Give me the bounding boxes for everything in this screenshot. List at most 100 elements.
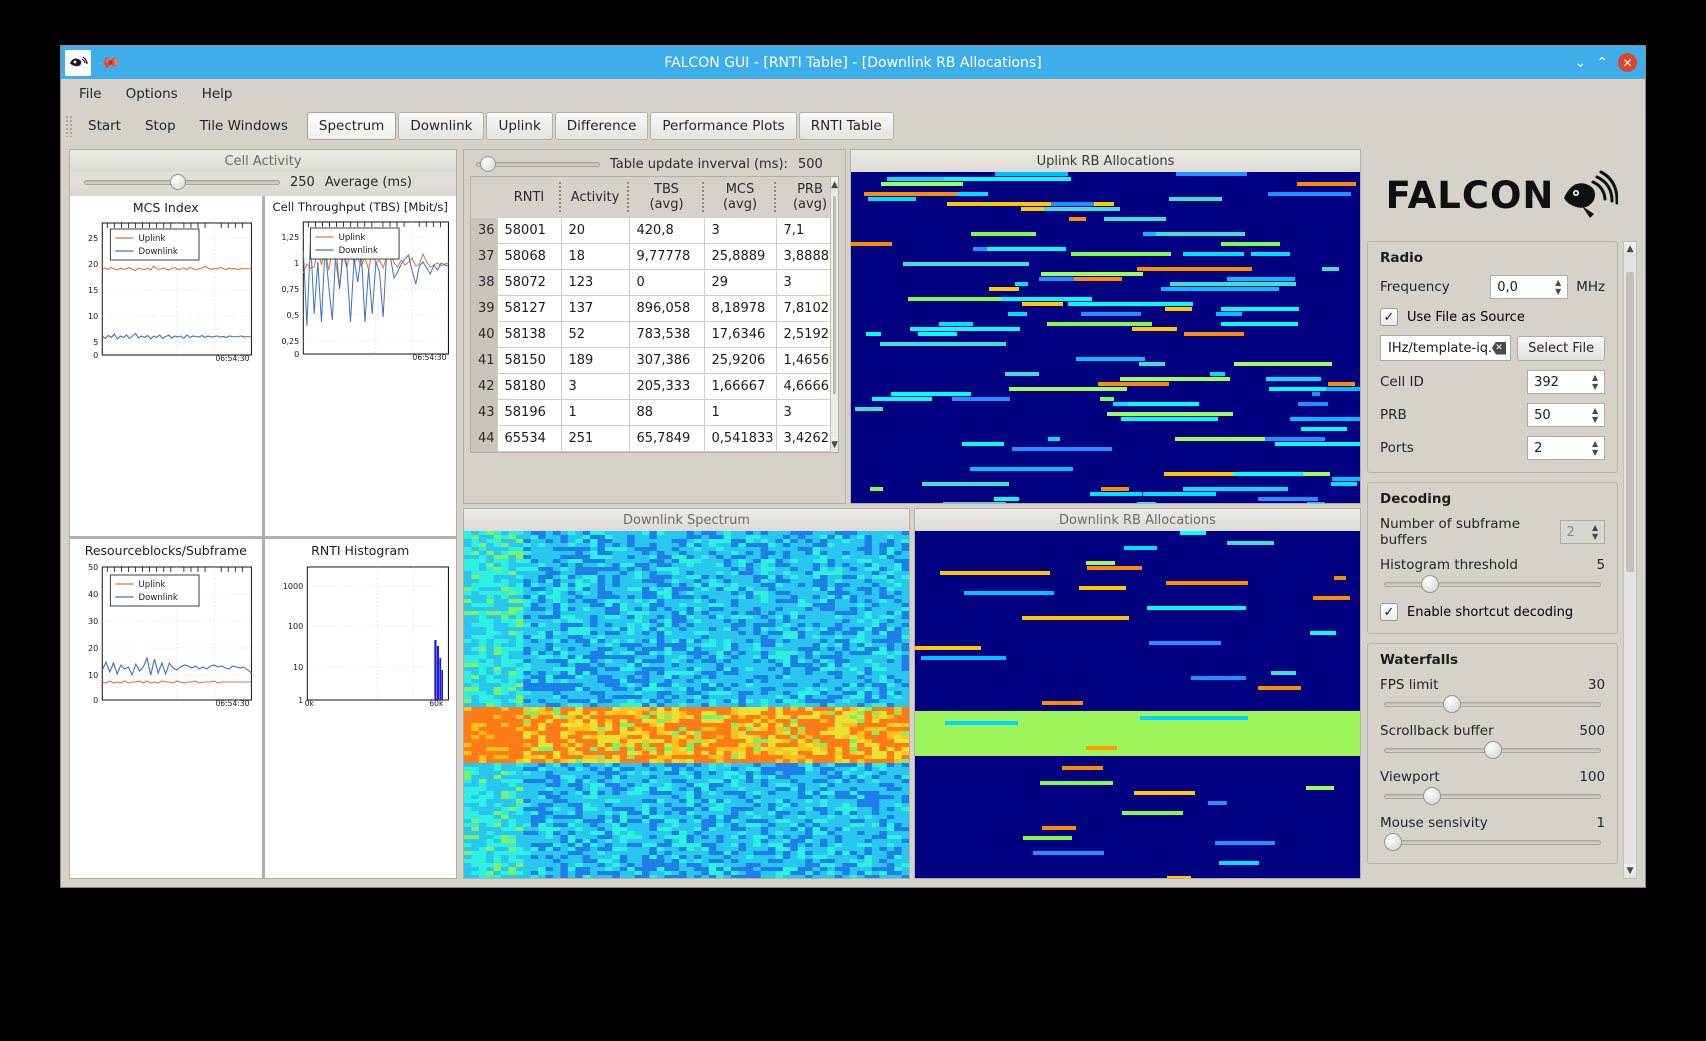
start-button[interactable]: Start [77, 112, 132, 140]
cell-activity[interactable]: 52 [560, 321, 630, 348]
table-row[interactable]: 405813852783,53817,63462,51923 [471, 321, 831, 357]
mouse-sensivity-slider[interactable] [1384, 833, 1602, 851]
tab-difference[interactable]: Difference [554, 111, 649, 140]
tab-spectrum[interactable]: Spectrum [306, 111, 397, 140]
th-mcs-avg[interactable]: MCS (avg) [704, 177, 776, 218]
cell-rnti[interactable]: 58196 [496, 399, 562, 426]
scrollback-buffer-slider[interactable] [1384, 741, 1602, 759]
use-file-as-source-checkbox[interactable]: ✓ Use File as Source [1380, 308, 1605, 326]
fps-limit-slider[interactable] [1384, 695, 1602, 713]
table-row[interactable]: 4158150189307,38625,92061,46561 [471, 347, 831, 383]
file-path-input[interactable]: IHz/template-iq.bin ✕ [1380, 335, 1512, 361]
cell-prb[interactable]: 3 [775, 399, 831, 426]
cell-prb[interactable]: 1,46561 [775, 347, 831, 374]
cell-prb[interactable]: 3,42629 [775, 425, 831, 452]
scroll-down-icon[interactable]: ▼ [1624, 864, 1636, 878]
downlink-spectrum-waterfall[interactable] [464, 531, 909, 878]
scroll-down-icon[interactable]: ▼ [831, 437, 838, 452]
tab-rnti-table[interactable]: RNTI Table [798, 111, 894, 140]
cell-mcs[interactable]: 0,541833 [703, 425, 777, 452]
menu-file[interactable]: File [69, 83, 112, 105]
cell-mcs[interactable]: 17,6346 [703, 321, 777, 348]
cell-prb[interactable]: 3,88889 [775, 243, 831, 270]
cell-mcs[interactable]: 25,8889 [703, 243, 777, 270]
slider-knob[interactable] [1384, 833, 1402, 851]
slider-knob[interactable] [479, 156, 496, 172]
maximize-button[interactable]: ⌃ [1596, 56, 1608, 70]
menu-options[interactable]: Options [116, 83, 188, 105]
table-update-slider[interactable] [476, 156, 600, 172]
th-tbs-avg[interactable]: TBS (avg) [629, 177, 704, 218]
viewport-slider[interactable] [1384, 787, 1602, 805]
cell-activity[interactable]: 18 [560, 243, 630, 270]
frequency-field[interactable]: 0,0 ▲ ▼ [1490, 275, 1569, 299]
cell-prb[interactable]: 2,51923 [775, 321, 831, 348]
scroll-up-icon[interactable]: ▲ [1624, 242, 1636, 256]
cell-tbs[interactable]: 65,7849 [628, 425, 705, 452]
histogram-threshold-slider[interactable] [1384, 575, 1602, 593]
table-row[interactable]: 38580721230293 [471, 269, 831, 305]
cell-tbs[interactable]: 0 [628, 269, 705, 296]
table-row[interactable]: 3758068189,7777825,88893,88889 [471, 243, 831, 279]
cell-prb[interactable]: 4,66667 [775, 373, 831, 400]
checkbox-icon[interactable]: ✓ [1380, 308, 1398, 326]
slider-knob[interactable] [1442, 695, 1461, 713]
spinner-arrows-icon[interactable]: ▲ ▼ [1551, 278, 1565, 296]
cell-activity[interactable]: 137 [560, 295, 630, 322]
tab-uplink[interactable]: Uplink [486, 111, 553, 140]
cell-prb[interactable]: 7,81022 [775, 295, 831, 322]
clear-icon[interactable]: ✕ [1491, 341, 1507, 355]
table-row[interactable]: 365800120420,837,1 [471, 217, 831, 253]
cell-activity[interactable]: 251 [560, 425, 630, 452]
cell-rnti[interactable]: 65534 [496, 425, 562, 452]
cell-rnti[interactable]: 58138 [496, 321, 562, 348]
cell-tbs[interactable]: 420,8 [628, 217, 705, 244]
cell-rnti[interactable]: 58068 [496, 243, 562, 270]
downlink-rb-waterfall[interactable] [915, 531, 1360, 878]
tab-downlink[interactable]: Downlink [398, 111, 485, 140]
cell-activity[interactable]: 189 [560, 347, 630, 374]
table-row[interactable]: 3958127137896,0588,189787,81022 [471, 295, 831, 331]
cell-id-field[interactable]: 392 ▲ ▼ [1527, 370, 1606, 394]
slider-knob[interactable] [1483, 741, 1502, 759]
table-row[interactable]: 446553425165,78490,5418333,42629 [471, 425, 831, 452]
cell-activity[interactable]: 20 [560, 217, 630, 244]
cell-tbs[interactable]: 9,77778 [628, 243, 705, 270]
cell-activity[interactable]: 3 [560, 373, 630, 400]
cell-rnti[interactable]: 58150 [496, 347, 562, 374]
prb-field[interactable]: 50 ▲ ▼ [1527, 403, 1606, 427]
cell-rnti[interactable]: 58072 [496, 269, 562, 296]
table-row[interactable]: 435819618813 [471, 399, 831, 435]
cell-mcs[interactable]: 29 [703, 269, 777, 296]
cell-mcs[interactable]: 3 [703, 217, 777, 244]
scroll-trough[interactable] [831, 192, 838, 437]
close-button[interactable]: ✕ [1618, 53, 1637, 72]
toolbar-grip[interactable] [65, 114, 73, 137]
cell-tbs[interactable]: 307,386 [628, 347, 705, 374]
cell-tbs[interactable]: 783,538 [628, 321, 705, 348]
cell-mcs[interactable]: 1,66667 [703, 373, 777, 400]
cell-mcs[interactable]: 1 [703, 399, 777, 426]
minimize-button[interactable]: ⌄ [1575, 56, 1587, 70]
table-row[interactable]: 42581803205,3331,666674,66667 [471, 373, 831, 409]
th-prb-avg[interactable]: PRB (avg) [776, 177, 831, 218]
cell-rnti[interactable]: 58180 [496, 373, 562, 400]
cell-activity[interactable]: 123 [560, 269, 630, 296]
cell-prb[interactable]: 3 [775, 269, 831, 296]
cell-tbs[interactable]: 896,058 [628, 295, 705, 322]
cell-activity[interactable]: 1 [560, 399, 630, 426]
spinner-arrows-icon[interactable]: ▲ ▼ [1588, 406, 1602, 424]
cell-tbs[interactable]: 88 [628, 399, 705, 426]
slider-knob[interactable] [170, 174, 187, 190]
cell-rnti[interactable]: 58127 [496, 295, 562, 322]
tile-windows-button[interactable]: Tile Windows [189, 112, 299, 140]
tab-performance-plots[interactable]: Performance Plots [650, 111, 797, 140]
cell-prb[interactable]: 7,1 [775, 217, 831, 244]
select-file-button[interactable]: Select File [1517, 335, 1606, 361]
cell-tbs[interactable]: 205,333 [628, 373, 705, 400]
table-vertical-scrollbar[interactable]: ▲ ▼ [830, 177, 838, 452]
th-rnti[interactable]: RNTI [497, 177, 561, 218]
scroll-up-icon[interactable]: ▲ [831, 177, 838, 192]
pin-icon[interactable]: 📌 [95, 50, 121, 76]
cell-mcs[interactable]: 25,9206 [703, 347, 777, 374]
